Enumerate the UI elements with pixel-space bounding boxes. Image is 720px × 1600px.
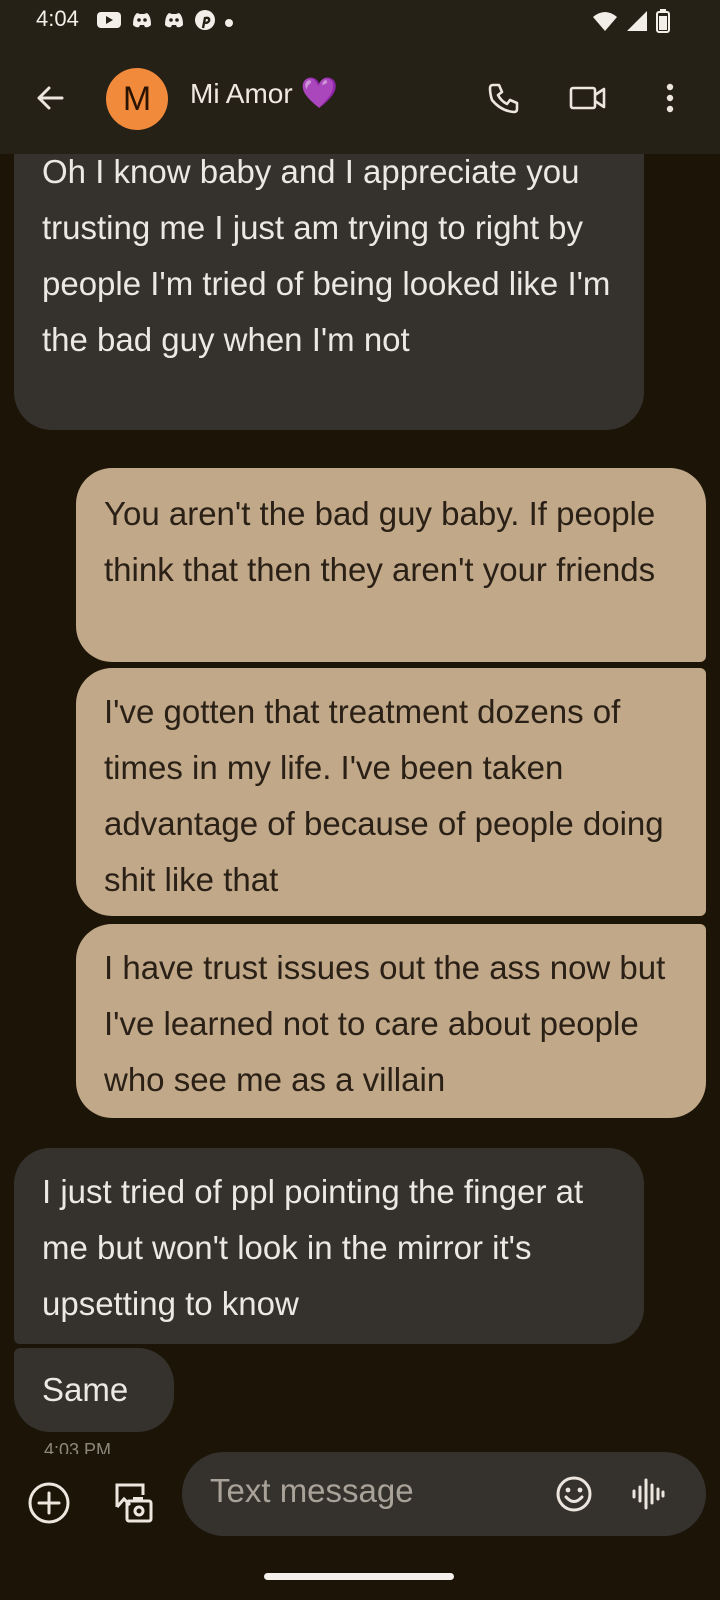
phone-icon [488,83,519,114]
message-bubble-outgoing[interactable]: I have trust issues out the ass now but … [76,924,706,1118]
dot-icon [224,13,234,32]
audio-waveform-icon [632,1478,665,1510]
purple-heart-emoji: 💜 [300,77,339,110]
youtube-icon [96,10,122,34]
video-call-button[interactable] [566,76,610,120]
discord-icon [130,10,154,34]
message-timestamp: 4:03 PM [44,1440,112,1454]
message-thread[interactable]: Oh I know baby and I appreciate you trus… [0,154,720,1454]
conversation-header: M Mi Amor 💜 [0,44,720,154]
emoji-icon [556,1476,592,1512]
message-bubble-outgoing[interactable]: I've gotten that treatment dozens of tim… [76,668,706,916]
contact-name-text: Mi Amor [190,78,293,109]
avatar[interactable]: M [106,68,168,130]
status-bar: 4:04 [0,0,720,44]
message-bubble-incoming[interactable]: Oh I know baby and I appreciate you trus… [14,154,644,430]
emoji-button[interactable] [552,1472,596,1516]
video-call-icon [569,86,606,110]
pinterest-icon [194,9,216,35]
gallery-button[interactable] [108,1478,158,1528]
battery-icon [656,9,670,37]
compose-bar: Text message [0,1452,720,1600]
message-bubble-incoming[interactable]: Same [14,1348,174,1432]
message-bubble-outgoing[interactable]: You aren't the bad guy baby. If people t… [76,468,706,662]
system-icons [592,9,670,37]
notification-icons [96,9,234,35]
status-time: 4:04 [36,6,79,31]
add-circle-icon [28,1482,70,1524]
voice-call-button[interactable] [482,76,526,120]
more-options-button[interactable] [648,76,692,120]
contact-name[interactable]: Mi Amor 💜 [190,78,338,110]
gallery-icon [115,1483,153,1523]
message-input-placeholder: Text message [210,1472,414,1509]
more-vert-icon [666,83,674,113]
add-attachment-button[interactable] [24,1478,74,1528]
signal-icon [626,10,648,36]
message-bubble-incoming[interactable]: I just tried of ppl pointing the finger … [14,1148,644,1344]
home-indicator[interactable] [264,1573,454,1580]
voice-message-button[interactable] [626,1472,670,1516]
discord-icon [162,10,186,34]
arrow-back-icon [37,86,64,110]
back-button[interactable] [28,76,72,120]
wifi-icon [592,10,618,36]
message-input[interactable]: Text message [182,1452,706,1536]
